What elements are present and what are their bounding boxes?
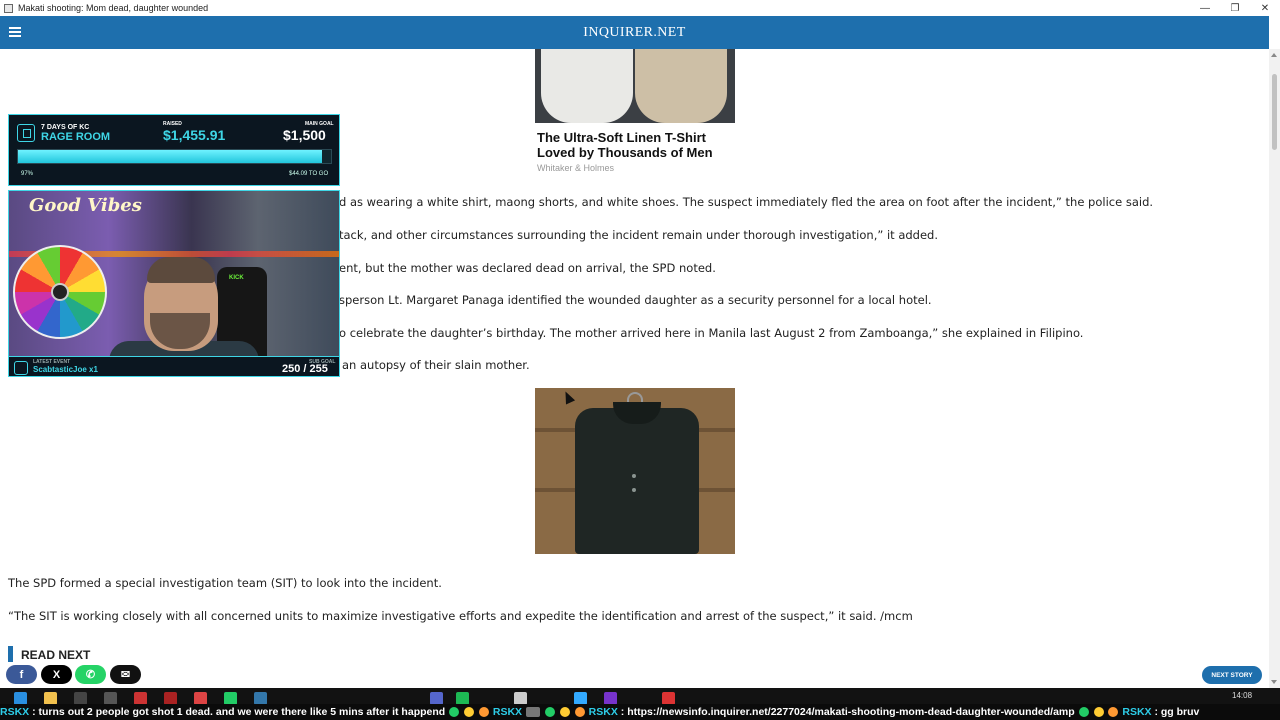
crown-icon	[1093, 707, 1104, 718]
whatsapp-share-button[interactable]: ✆	[75, 665, 106, 684]
chat-message: : gg bruv	[1154, 706, 1200, 718]
article-paragraph: “The SIT is working closely with all con…	[8, 609, 913, 623]
email-share-button[interactable]: ✉	[110, 665, 141, 684]
wheel-hub	[51, 283, 69, 301]
chair-logo: KICK	[229, 275, 244, 281]
event-icon	[14, 361, 28, 375]
article-paragraph: o celebrate the daughter’s birthday. The…	[339, 326, 1084, 340]
article-paragraph: The SPD formed a special investigation t…	[8, 576, 442, 590]
site-logo[interactable]: INQUIRER.NET	[583, 25, 685, 41]
article-paragraph: tack, and other circumstances surroundin…	[339, 228, 939, 242]
page-scrollbar[interactable]	[1269, 49, 1280, 688]
emote-icon	[478, 707, 489, 718]
chat-message: : https://newsinfo.inquirer.net/2277024/…	[620, 706, 1075, 718]
chat-message: : turns out 2 people got shot 1 dead. an…	[32, 706, 446, 718]
article-paragraph: sperson Lt. Margaret Panaga identified t…	[339, 293, 932, 307]
good-vibes-sign: Good Vibes	[29, 195, 142, 216]
progress-percent: 97%	[21, 171, 34, 177]
ad-polo-image[interactable]	[535, 388, 735, 554]
emote-icon	[1078, 707, 1089, 718]
streamer-hair	[147, 257, 215, 283]
calendar-icon	[17, 124, 35, 142]
remaining-amount: $44.09 TO GO	[289, 171, 329, 177]
menu-icon[interactable]	[9, 27, 21, 37]
chat-username: RSKX	[492, 706, 523, 718]
next-story-button[interactable]: NEXT STORY	[1202, 666, 1262, 684]
ad-title[interactable]: The Ultra-Soft Linen T-Shirt Loved by Th…	[537, 130, 747, 160]
emote-icon	[449, 707, 460, 718]
donation-progress-bar	[17, 149, 332, 164]
polo-button	[632, 474, 636, 478]
emote-icon	[544, 707, 555, 718]
webcam-overlay: Good Vibes KICK LATEST EVENT ScabtasticJ…	[8, 190, 340, 377]
chat-username: RSKX	[0, 706, 30, 718]
crown-icon	[464, 707, 475, 718]
event-title: RAGE ROOM	[41, 131, 111, 143]
latest-event-user: ScabtasticJoe x1	[33, 365, 98, 374]
facebook-share-button[interactable]: f	[6, 665, 37, 684]
article-paragraph: ent, but the mother was declared dead on…	[339, 261, 716, 275]
polo-button	[632, 488, 636, 492]
event-label: 7 DAYS OF KC	[41, 124, 90, 131]
white-shirt-image	[541, 49, 633, 123]
raised-amount: $1,455.91	[163, 127, 226, 143]
emote-icon	[525, 707, 540, 718]
polo-shirt	[575, 408, 699, 554]
donation-progress-fill	[18, 150, 322, 163]
window-titlebar: Makati shooting: Mom dead, daughter woun…	[0, 0, 1280, 16]
read-next-heading: READ NEXT	[8, 646, 1261, 662]
ad-source[interactable]: Whitaker & Holmes	[537, 163, 614, 173]
x-share-button[interactable]: X	[41, 665, 72, 684]
scroll-up-icon[interactable]	[1271, 53, 1277, 57]
scrollbar-thumb[interactable]	[1272, 74, 1277, 150]
window-title: Makati shooting: Mom dead, daughter woun…	[18, 3, 209, 13]
latest-event-bar: LATEST EVENT ScabtasticJoe x1 SUB GOAL 2…	[9, 356, 339, 376]
sub-goal-count: 250 / 255	[282, 363, 328, 375]
crown-icon	[559, 707, 570, 718]
window-app-icon	[4, 3, 13, 13]
emote-icon	[1108, 707, 1119, 718]
emote-icon	[574, 707, 585, 718]
restore-button[interactable]: ❐	[1220, 0, 1250, 16]
site-header: INQUIRER.NET	[0, 16, 1269, 49]
minimize-button[interactable]: —	[1190, 0, 1220, 16]
article-paragraph: d as wearing a white shirt, maong shorts…	[339, 195, 1154, 209]
close-button[interactable]: ✕	[1250, 0, 1280, 16]
chat-ticker: RSKX : turns out 2 people got shot 1 dea…	[0, 704, 1280, 720]
scroll-down-icon[interactable]	[1271, 680, 1277, 684]
ad-tshirt-image[interactable]	[535, 49, 735, 123]
chat-username: RSKX	[1122, 706, 1152, 718]
article-paragraph: an autopsy of their slain mother.	[342, 358, 530, 372]
chat-username: RSKX	[588, 706, 618, 718]
donation-goal-widget: 7 DAYS OF KC RAGE ROOM RAISED $1,455.91 …	[8, 114, 340, 186]
beige-shirt-image	[635, 49, 727, 123]
taskbar-clock[interactable]: 14:08	[1232, 691, 1252, 700]
goal-amount: $1,500	[283, 127, 326, 143]
